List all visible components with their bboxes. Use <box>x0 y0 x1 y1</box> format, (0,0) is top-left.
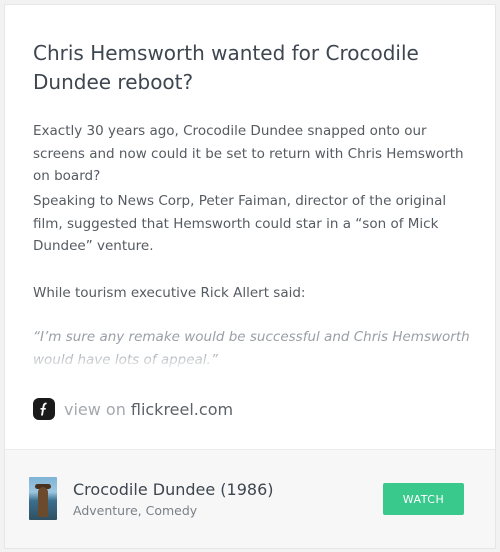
movie-title[interactable]: Crocodile Dundee (1986) <box>73 480 273 499</box>
source-prefix: view on <box>64 399 126 419</box>
source-link[interactable]: view on flickreel.com <box>33 397 233 421</box>
article-paragraph-1: Exactly 30 years ago, Crocodile Dundee s… <box>33 123 464 184</box>
article-title[interactable]: Chris Hemsworth wanted for Crocodile Dun… <box>33 39 473 97</box>
article-paragraph-2: Speaking to News Corp, Peter Faiman, dir… <box>33 193 447 254</box>
movie-genres: Adventure, Comedy <box>73 503 198 518</box>
source-domain[interactable]: flickreel.com <box>131 400 233 419</box>
movie-poster-image[interactable] <box>29 477 57 520</box>
quote-fade-overlay <box>33 350 473 372</box>
flickreel-f-icon <box>33 398 55 420</box>
watch-button[interactable]: WATCH <box>383 483 464 515</box>
movie-footer: Crocodile Dundee (1986) Adventure, Comed… <box>5 449 495 548</box>
poster-figure-shape <box>38 487 48 517</box>
source-label: view on flickreel.com <box>64 400 233 419</box>
article-card: Chris Hemsworth wanted for Crocodile Dun… <box>4 4 496 549</box>
article-quote-block: “I’m sure any remake would be successful… <box>33 326 473 372</box>
article-paragraph-3: While tourism executive Rick Allert said… <box>33 285 306 301</box>
